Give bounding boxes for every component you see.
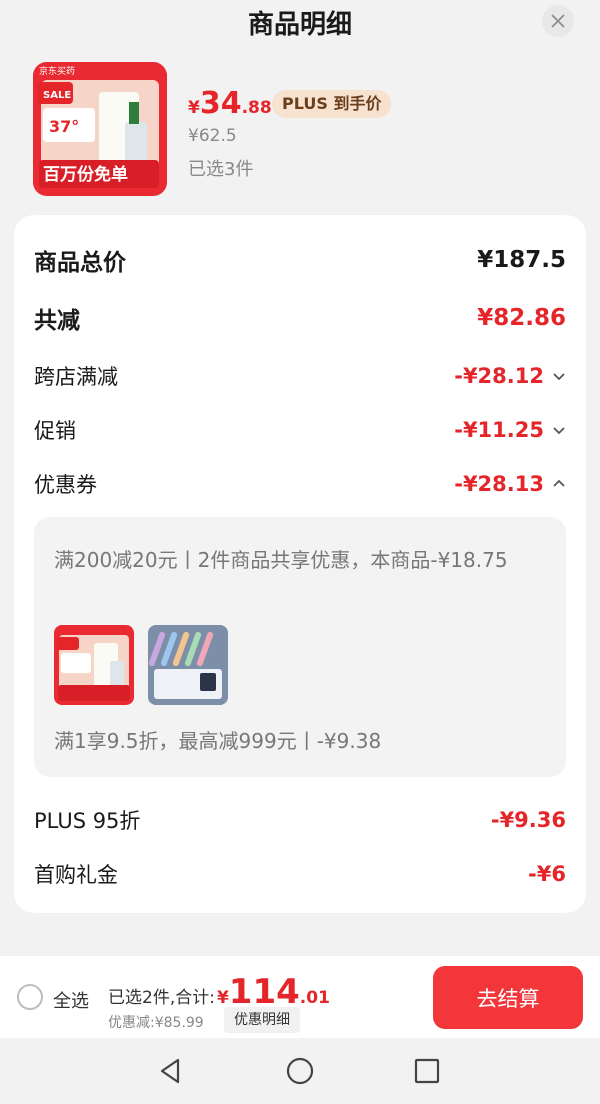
reduced-label: 共减 [34,308,80,334]
promotion-value: -¥11.25 [454,418,544,442]
plus95-label: PLUS 95折 [34,809,141,833]
first-gift-label: 首购礼金 [34,863,118,887]
reduced-row: 共减 ¥82.86 [34,301,566,335]
cross-store-value-wrap: -¥28.12 [454,364,566,388]
total-label: 已选2件,合计: [108,988,215,1008]
product-thumb-medicine[interactable] [54,625,134,705]
promotion-value-wrap: -¥11.25 [454,418,566,442]
reduced-value: ¥82.86 [477,305,566,331]
total-price-label: 商品总价 [34,250,126,276]
first-gift-value: -¥6 [528,862,566,886]
promo-text: 百万份免单 [43,164,128,185]
price-int: 34 [199,86,242,121]
total-currency: ¥ [216,988,229,1008]
cross-store-value: -¥28.12 [454,364,544,388]
sale-badge: SALE [43,90,71,101]
original-price: ¥62.5 [188,126,237,146]
cross-store-row[interactable]: 跨店满减 -¥28.12 [34,361,566,391]
total-price-value: ¥187.5 [477,247,566,273]
plus-price-badge: PLUS 到手价 [272,90,392,118]
coupon-label: 优惠券 [34,473,97,497]
checkout-bar: 全选 已选2件,合计: ¥ 114 .01 优惠减:¥85.99 优惠明细 去结… [0,956,600,1038]
discount-detail-button[interactable]: 优惠明细 [224,1007,300,1033]
price-currency: ¥ [188,98,200,118]
close-button[interactable] [542,5,574,37]
close-icon [551,14,565,28]
plus95-value: -¥9.36 [490,808,566,832]
coupon-product-thumbs [54,625,228,705]
total-line: 已选2件,合计: ¥ 114 .01 [108,972,330,1012]
first-gift-row: 首购礼金 -¥6 [34,859,566,889]
header: 商品明细 [0,0,600,44]
cross-store-label: 跨店满减 [34,365,118,389]
recents-icon[interactable] [412,1056,442,1086]
home-icon[interactable] [285,1056,315,1086]
total-dec: .01 [299,988,330,1008]
product-image[interactable]: SALE 京东买药 37° 百万份免单 [33,62,167,196]
coupon-detail-1: 满200减20元丨2件商品共享优惠，本商品-¥18.75 [54,548,508,572]
product-thumb-pens[interactable] [148,625,228,705]
brand-logo: 京东买药 [39,65,75,77]
product-detail-sheet: 商品明细 SALE 京东买药 37° 百万份免单 ¥34.88 PLUS 到手价… [0,0,600,1104]
coupon-detail-2: 满1享9.5折，最高减999元丨-¥9.38 [54,729,382,753]
coupon-detail-panel: 满200减20元丨2件商品共享优惠，本商品-¥18.75 满1享9.5折，最高减… [34,517,566,777]
thumb-pct: 37° [49,117,79,136]
price-dec: .88 [241,98,272,118]
plus95-row: PLUS 95折 -¥9.36 [34,805,566,835]
back-icon[interactable] [156,1056,186,1086]
promotion-row[interactable]: 促销 -¥11.25 [34,415,566,445]
page-title: 商品明细 [247,10,352,40]
coupon-row[interactable]: 优惠券 -¥28.13 [34,469,566,499]
total-price-row: 商品总价 ¥187.5 [34,243,566,277]
chevron-up-icon [553,479,565,487]
total-int: 114 [228,972,300,1012]
coupon-value: -¥28.13 [454,472,544,496]
promotion-label: 促销 [34,419,76,443]
discount-text: 优惠减:¥85.99 [108,1015,204,1031]
chevron-down-icon [553,427,565,435]
price-summary-card: 商品总价 ¥187.5 共减 ¥82.86 跨店满减 -¥28.12 促销 -¥… [14,215,586,913]
system-nav-bar [0,1038,600,1104]
chevron-down-icon [553,373,565,381]
checkout-button[interactable]: 去结算 [433,966,583,1029]
coupon-value-wrap: -¥28.13 [454,472,566,496]
select-all-radio[interactable] [17,984,43,1010]
selected-count: 已选3件 [188,159,254,180]
select-all-label[interactable]: 全选 [53,987,89,1013]
plus-price: ¥34.88 [188,86,272,121]
